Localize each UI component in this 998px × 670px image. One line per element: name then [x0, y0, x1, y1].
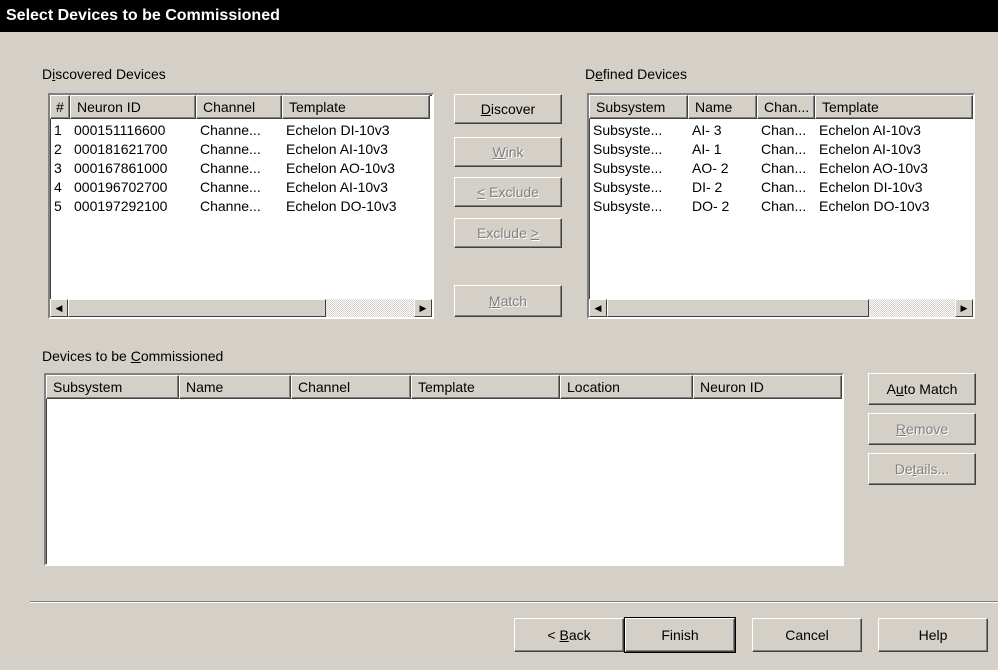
commission-devices-header: Subsystem Name Channel Template Location… [46, 375, 842, 399]
column-header-subsystem[interactable]: Subsystem [589, 95, 688, 119]
subsystem-cell: Subsyste... [593, 198, 663, 214]
table-row[interactable]: 2 000181621700 Channe... Echelon AI-10v3 [50, 140, 430, 159]
window-title: Select Devices to be Commissioned [0, 0, 998, 32]
template-cell: Echelon DO-10v3 [286, 198, 397, 214]
row-number: 1 [54, 122, 62, 138]
channel-cell: Channe... [200, 122, 261, 138]
discovered-devices-header: # Neuron ID Channel Template [50, 95, 430, 119]
template-cell: Echelon AI-10v3 [286, 141, 388, 157]
template-cell: Echelon AI-10v3 [819, 141, 921, 157]
column-header-name[interactable]: Name [688, 95, 757, 119]
column-header-number[interactable]: # [50, 95, 70, 119]
scroll-thumb[interactable] [607, 299, 869, 317]
column-header-template[interactable]: Template [282, 95, 430, 119]
channel-cell: Channe... [200, 179, 261, 195]
column-header-subsystem[interactable]: Subsystem [46, 375, 179, 399]
column-header-neuron-id[interactable]: Neuron ID [70, 95, 196, 119]
column-header-template[interactable]: Template [411, 375, 560, 399]
exclude-right-button[interactable]: Exclude > [454, 218, 562, 248]
discovered-devices-list[interactable]: # Neuron ID Channel Template 1 000151116… [48, 93, 434, 319]
template-cell: Echelon DI-10v3 [819, 179, 923, 195]
discover-button[interactable]: Discover [454, 94, 562, 124]
table-row[interactable]: 3 000167861000 Channe... Echelon AO-10v3 [50, 159, 430, 178]
template-cell: Echelon DO-10v3 [819, 198, 930, 214]
row-number: 5 [54, 198, 62, 214]
column-header-channel[interactable]: Channel [291, 375, 411, 399]
neuron-id-cell: 000197292100 [74, 198, 168, 214]
defined-devices-list[interactable]: Subsystem Name Chan... Template Subsyste… [587, 93, 975, 319]
template-cell: Echelon AI-10v3 [286, 179, 388, 195]
discovered-devices-rows: 1 000151116600 Channe... Echelon DI-10v3… [50, 121, 430, 216]
scroll-right-icon[interactable]: ▶ [955, 299, 973, 317]
neuron-id-cell: 000167861000 [74, 160, 168, 176]
defined-horizontal-scrollbar[interactable]: ◀ ▶ [589, 299, 973, 317]
column-header-location[interactable]: Location [560, 375, 693, 399]
discovered-devices-label: Discovered Devices [42, 66, 166, 82]
row-number: 3 [54, 160, 62, 176]
scroll-track[interactable] [326, 299, 414, 317]
scroll-right-icon[interactable]: ▶ [414, 299, 432, 317]
commission-devices-label: Devices to be Commissioned [42, 348, 224, 364]
discovered-horizontal-scrollbar[interactable]: ◀ ▶ [50, 299, 432, 317]
channel-cell: Channe... [200, 198, 261, 214]
channel-cell: Chan... [761, 122, 807, 138]
back-button[interactable]: < Back [514, 618, 624, 652]
name-cell: DI- 2 [692, 179, 723, 195]
scroll-track[interactable] [869, 299, 955, 317]
table-row[interactable]: 5 000197292100 Channe... Echelon DO-10v3 [50, 197, 430, 216]
column-header-template[interactable]: Template [815, 95, 973, 119]
scroll-left-icon[interactable]: ◀ [589, 299, 607, 317]
name-cell: AI- 3 [692, 122, 722, 138]
help-button[interactable]: Help [878, 618, 988, 652]
name-cell: DO- 2 [692, 198, 730, 214]
scroll-left-icon[interactable]: ◀ [50, 299, 68, 317]
row-number: 2 [54, 141, 62, 157]
channel-cell: Chan... [761, 198, 807, 214]
template-cell: Echelon DI-10v3 [286, 122, 390, 138]
subsystem-cell: Subsyste... [593, 122, 663, 138]
table-row[interactable]: Subsyste... DO- 2 Chan... Echelon DO-10v… [589, 197, 973, 216]
channel-cell: Channe... [200, 160, 261, 176]
column-header-name[interactable]: Name [179, 375, 291, 399]
table-row[interactable]: Subsyste... AI- 3 Chan... Echelon AI-10v… [589, 121, 973, 140]
neuron-id-cell: 000196702700 [74, 179, 168, 195]
template-cell: Echelon AO-10v3 [819, 160, 928, 176]
neuron-id-cell: 000151116600 [74, 122, 166, 138]
commission-devices-list[interactable]: Subsystem Name Channel Template Location… [44, 373, 844, 566]
column-header-channel[interactable]: Channel [196, 95, 282, 119]
neuron-id-cell: 000181621700 [74, 141, 168, 157]
channel-cell: Channe... [200, 141, 261, 157]
name-cell: AI- 1 [692, 141, 722, 157]
subsystem-cell: Subsyste... [593, 160, 663, 176]
channel-cell: Chan... [761, 160, 807, 176]
channel-cell: Chan... [761, 179, 807, 195]
finish-button[interactable]: Finish [624, 617, 736, 653]
details-button[interactable]: Details... [868, 453, 976, 485]
wink-button[interactable]: Wink [454, 137, 562, 167]
template-cell: Echelon AI-10v3 [819, 122, 921, 138]
row-number: 4 [54, 179, 62, 195]
remove-button[interactable]: Remove [868, 413, 976, 445]
auto-match-button[interactable]: Auto Match [868, 373, 976, 405]
scroll-thumb[interactable] [68, 299, 326, 317]
name-cell: AO- 2 [692, 160, 729, 176]
defined-devices-rows: Subsyste... AI- 3 Chan... Echelon AI-10v… [589, 121, 973, 216]
table-row[interactable]: Subsyste... AI- 1 Chan... Echelon AI-10v… [589, 140, 973, 159]
subsystem-cell: Subsyste... [593, 141, 663, 157]
defined-devices-header: Subsystem Name Chan... Template [589, 95, 973, 119]
column-header-neuron-id[interactable]: Neuron ID [693, 375, 842, 399]
cancel-button[interactable]: Cancel [752, 618, 862, 652]
table-row[interactable]: Subsyste... AO- 2 Chan... Echelon AO-10v… [589, 159, 973, 178]
subsystem-cell: Subsyste... [593, 179, 663, 195]
channel-cell: Chan... [761, 141, 807, 157]
defined-devices-label: Defined Devices [585, 66, 687, 82]
table-row[interactable]: 1 000151116600 Channe... Echelon DI-10v3 [50, 121, 430, 140]
table-row[interactable]: Subsyste... DI- 2 Chan... Echelon DI-10v… [589, 178, 973, 197]
template-cell: Echelon AO-10v3 [286, 160, 395, 176]
footer-separator [30, 601, 998, 603]
column-header-channel[interactable]: Chan... [757, 95, 815, 119]
match-button[interactable]: Match [454, 285, 562, 317]
table-row[interactable]: 4 000196702700 Channe... Echelon AI-10v3 [50, 178, 430, 197]
exclude-left-button[interactable]: < Exclude [454, 177, 562, 207]
